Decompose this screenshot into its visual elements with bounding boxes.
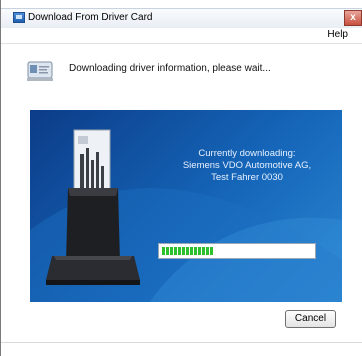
app-icon xyxy=(13,12,25,23)
menu-bar: Help xyxy=(1,27,362,44)
download-driver: Test Fahrer 0030 xyxy=(211,172,283,183)
status-message: Downloading driver information, please w… xyxy=(69,63,271,74)
download-dialog: Download From Driver Card x Help Downloa… xyxy=(0,0,362,356)
progress-fill xyxy=(162,247,213,255)
progress-bar xyxy=(158,243,316,259)
driver-card-icon xyxy=(27,61,53,81)
download-panel: Currently downloading: Siemens VDO Autom… xyxy=(30,110,342,302)
title-bar[interactable]: Download From Driver Card x xyxy=(1,8,362,28)
cancel-button[interactable]: Cancel xyxy=(285,310,336,328)
panel-artwork xyxy=(30,129,342,302)
divider xyxy=(1,342,362,343)
download-heading: Currently downloading: xyxy=(198,148,296,159)
download-company: Siemens VDO Automotive AG, xyxy=(182,160,312,171)
menu-item-help[interactable]: Help xyxy=(327,29,348,40)
download-info: Currently downloading: Siemens VDO Autom… xyxy=(162,148,332,184)
window-title: Download From Driver Card xyxy=(28,12,153,23)
close-button[interactable]: x xyxy=(344,10,362,26)
